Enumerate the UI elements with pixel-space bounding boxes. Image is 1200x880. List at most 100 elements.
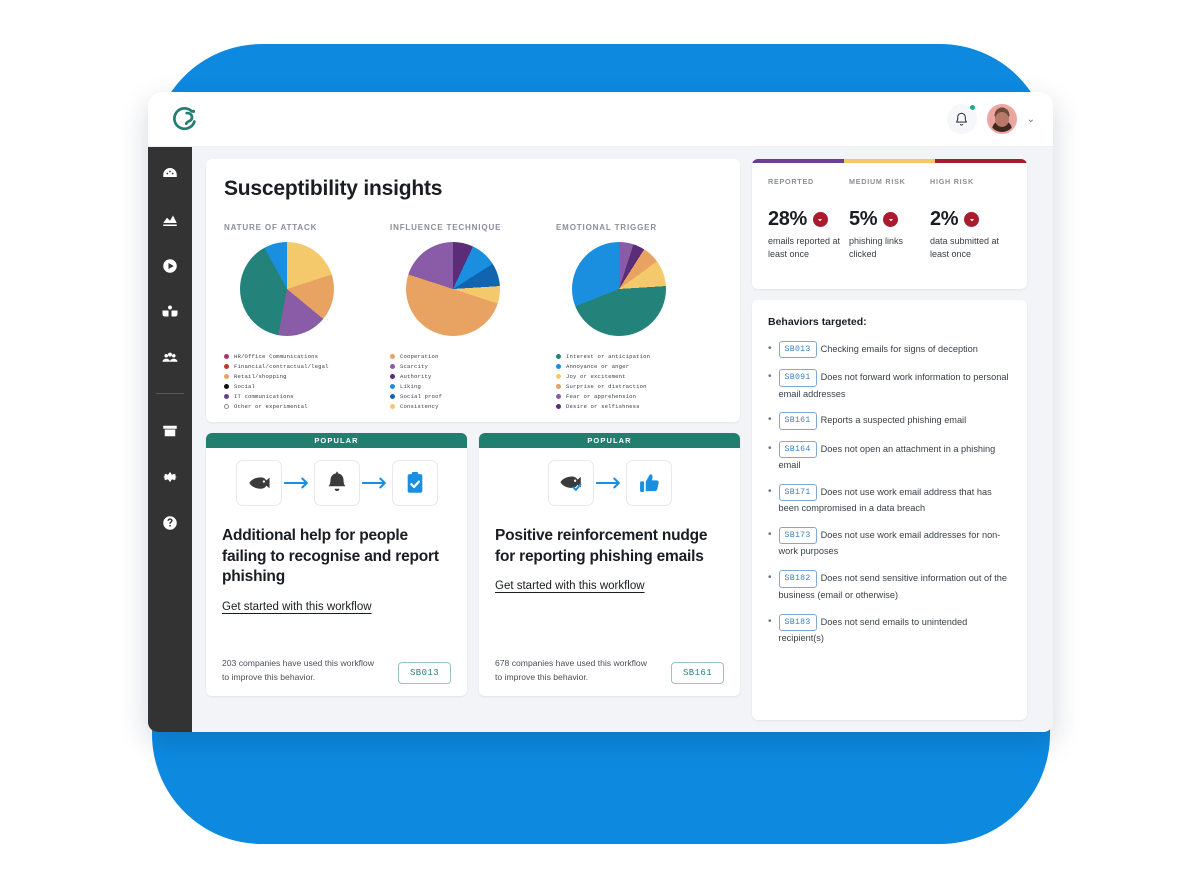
behavior-list-item: • SB164 Does not open an attachment in a … (768, 440, 1011, 473)
legend-swatch (224, 364, 229, 370)
page-title: Susceptibility insights (224, 177, 443, 200)
notification-dot-badge (968, 104, 976, 111)
workflow-icon-flow (222, 460, 451, 506)
pie-graphic (406, 242, 500, 336)
risk-stat-value: 5% (849, 208, 878, 230)
behavior-text: SB171 Does not use work email address tha… (778, 483, 1011, 516)
legend-item: Retail/shopping (224, 372, 390, 382)
behaviors-targeted-card: Behaviors targeted: • SB013 Checking emai… (752, 300, 1027, 720)
user-avatar[interactable] (986, 104, 1017, 134)
legend-item: Fear or apprehension (556, 392, 722, 402)
behaviors-heading: Behaviors targeted: (768, 316, 867, 328)
arrow-right-icon (283, 477, 308, 489)
legend-label: Desire or selfishness (566, 402, 640, 410)
behavior-code[interactable]: SB091 (778, 369, 817, 387)
risk-stat-description: phishing links clicked (849, 236, 904, 260)
workflow-title: Additional help for people failing to re… (222, 527, 439, 586)
main-content: Susceptibility insights NATURE OF ATTACK… (192, 147, 1053, 732)
legend-swatch (224, 374, 229, 380)
sidebar-item-reports[interactable] (157, 207, 183, 233)
sidebar-item-settings[interactable] (157, 464, 183, 490)
risk-stat: MEDIUM RISK 5% phishing links clicked (849, 177, 930, 261)
behaviors-list: • SB013 Checking emails for signs of dece… (768, 341, 1011, 646)
bullet-icon: • (768, 371, 772, 383)
behavior-code[interactable]: SB164 (778, 440, 817, 459)
sidebar-item-archive[interactable] (157, 418, 183, 444)
legend-item: Scarcity (390, 362, 556, 372)
chevron-down-icon[interactable] (812, 212, 828, 227)
legend-label: Authority (400, 372, 432, 380)
popular-ribbon: POPULAR (479, 433, 740, 448)
notification-bell-button[interactable] (946, 104, 977, 134)
legend-item: Annoyance or anger (556, 362, 722, 372)
behavior-code[interactable]: SB171 (778, 483, 817, 502)
arrow-right-icon (595, 477, 620, 489)
legend-label: Fear or apprehension (566, 392, 637, 400)
behavior-description: Reports a suspected phishing email (820, 415, 967, 426)
user-menu-chevron-down-icon[interactable]: ⌄ (1027, 114, 1035, 125)
workflow-card[interactable]: POPULAR (479, 433, 740, 696)
workflow-footnote: 203 companies have used this workflow to… (222, 658, 374, 682)
bullet-icon: • (768, 414, 772, 426)
bullet-icon: • (768, 529, 772, 541)
risk-stat-value: 28% (768, 208, 807, 230)
sidebar-item-learning[interactable] (157, 299, 183, 325)
clipboard-check-icon (407, 472, 422, 493)
behavior-code[interactable]: SB013 (778, 341, 817, 359)
pie-title: NATURE OF ATTACK (224, 223, 318, 232)
thumbs-up-icon (639, 474, 659, 492)
pie-legend: HR/Office Communications Financial/contra… (224, 352, 390, 412)
risk-stat-label: REPORTED (768, 177, 814, 186)
behavior-code[interactable]: SB182 (778, 570, 817, 588)
behavior-text: SB182 Does not send sensitive information… (778, 570, 1011, 602)
workflow-behavior-code[interactable]: SB013 (397, 662, 451, 684)
legend-item: Financial/contractual/legal (224, 362, 390, 372)
behavior-description: Checking emails for signs of deception (820, 344, 978, 354)
bullet-icon: • (768, 572, 772, 584)
legend-item: Social proof (390, 392, 556, 402)
legend-swatch (390, 404, 395, 410)
pie-chart-nature-of-attack: NATURE OF ATTACK HR/Office Communication… (224, 223, 390, 412)
pie-chart-influence-technique: INFLUENCE TECHNIQUE Cooperation Scarcity A… (390, 223, 556, 412)
behavior-list-item: • SB173 Does not use work email addresses… (768, 527, 1011, 559)
legend-label: Social proof (400, 392, 443, 400)
brand-logo[interactable] (168, 102, 202, 136)
risk-color-bars (752, 159, 1027, 163)
workflow-footnote: 678 companies have used this workflow to… (495, 658, 647, 682)
legend-swatch (224, 384, 229, 390)
behavior-text: SB183 Does not send emails to unintended … (778, 613, 1011, 646)
behavior-list-item: • SB091 Does not forward work information… (768, 369, 1011, 401)
sidebar-item-training[interactable] (157, 253, 183, 279)
chevron-down-icon[interactable] (883, 212, 899, 227)
workflow-get-started-link[interactable]: Get started with this workflow (222, 601, 451, 613)
legend-item: Liking (390, 382, 556, 392)
legend-item: Joy or excitement (556, 372, 722, 382)
chevron-down-icon[interactable] (964, 212, 980, 227)
bullet-icon: • (768, 343, 772, 354)
sidebar-item-help[interactable] (157, 510, 183, 536)
behavior-code[interactable]: SB161 (778, 412, 817, 430)
legend-swatch (556, 404, 561, 410)
pie-legend: Interest or anticipation Annoyance or ang… (556, 352, 722, 412)
legend-label: Other or experimental (234, 402, 308, 410)
sidebar-item-people[interactable] (157, 345, 183, 371)
legend-swatch (390, 384, 395, 390)
sidebar-item-dashboard[interactable] (157, 161, 183, 187)
behavior-code[interactable]: SB183 (778, 613, 817, 631)
workflow-card[interactable]: POPULAR (206, 433, 467, 696)
bell-icon-tile (313, 460, 360, 506)
behavior-list-item: • SB182 Does not send sensitive informati… (768, 570, 1011, 602)
workflow-card-row: POPULAR Additional help for people faili… (206, 433, 740, 696)
legend-item: Authority (390, 372, 556, 382)
workflow-get-started-link[interactable]: Get started with this workflow (495, 580, 724, 592)
legend-item: Other or experimental (224, 402, 390, 412)
behavior-code[interactable]: SB173 (778, 527, 817, 545)
legend-swatch (390, 394, 395, 400)
workflow-icon-flow (495, 460, 724, 506)
workflow-behavior-code[interactable]: SB161 (670, 662, 724, 684)
left-sidebar (148, 147, 192, 732)
legend-item: Cooperation (390, 352, 556, 362)
legend-item: Consistency (390, 402, 556, 412)
bullet-icon: • (768, 442, 772, 454)
bell-icon (327, 471, 346, 492)
